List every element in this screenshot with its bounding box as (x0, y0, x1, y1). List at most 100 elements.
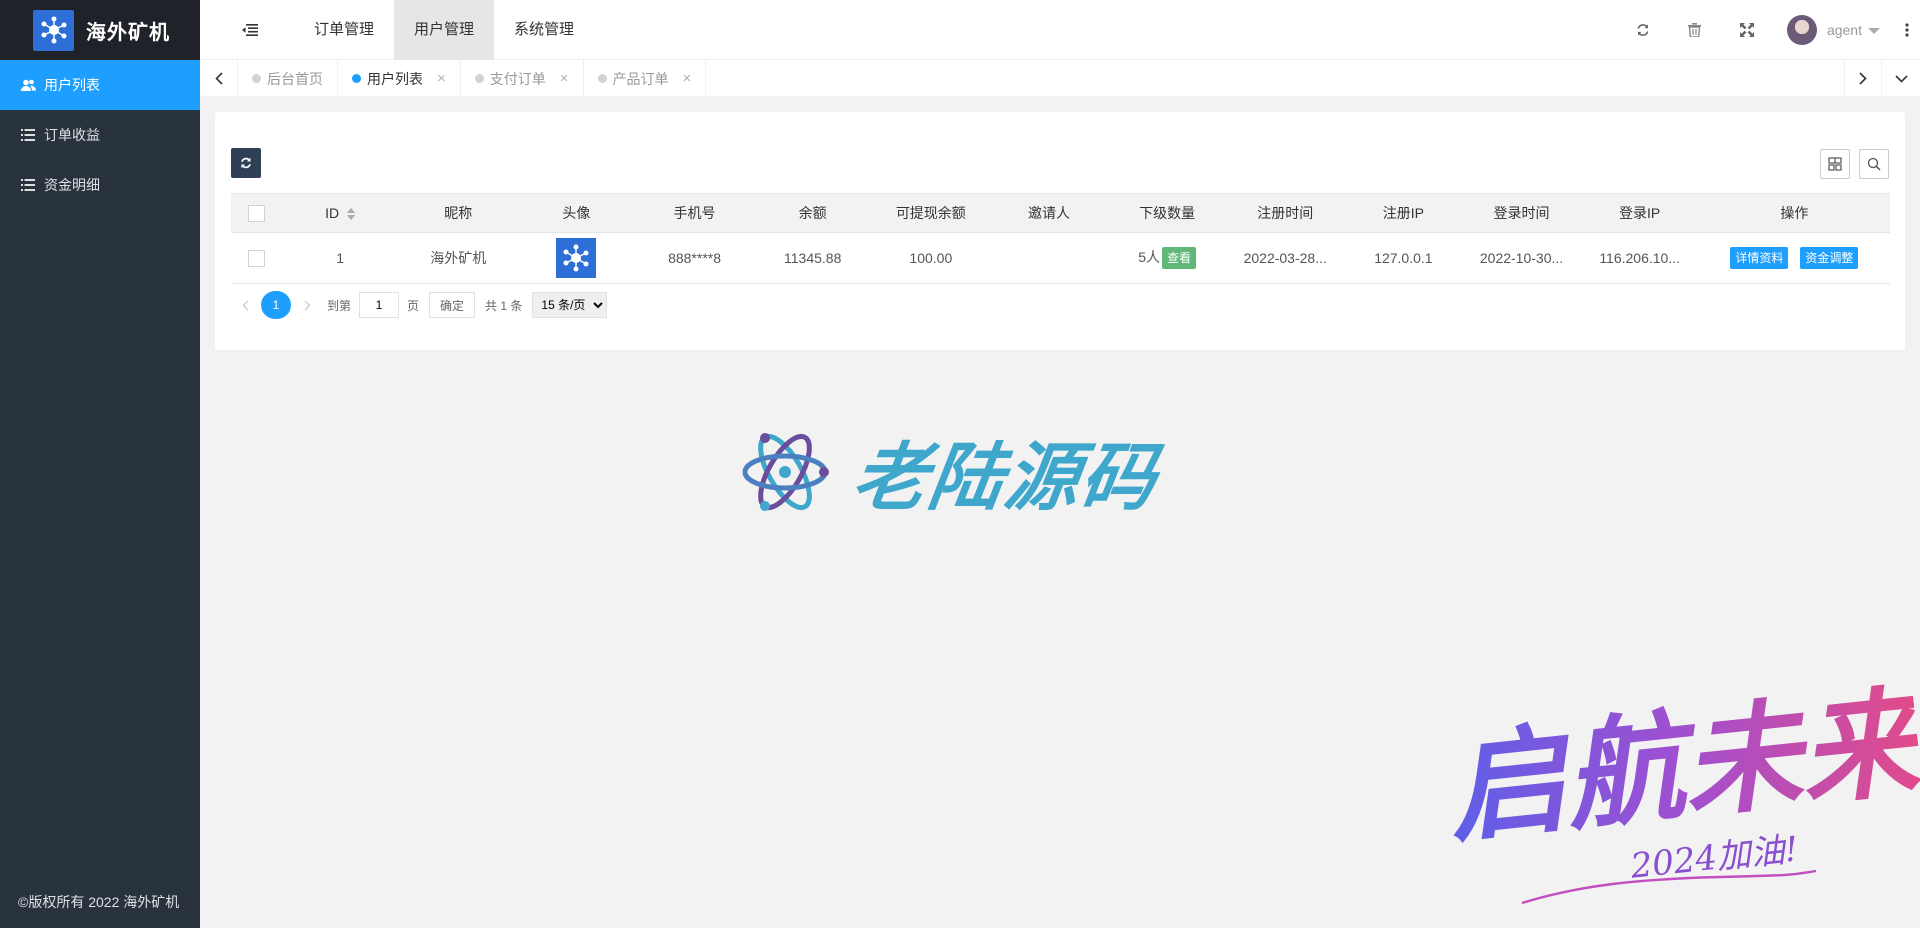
nav-user-management[interactable]: 用户管理 (394, 0, 495, 60)
search-icon (1867, 157, 1881, 171)
sidebar-item-label: 资金明细 (44, 177, 100, 193)
cell-login-time: 2022-10-30... (1462, 232, 1581, 284)
user-table-card: ID 昵称 头像 手机号 余额 可提现余额 邀请人 下级数量 注册时间 注册IP… (215, 112, 1905, 350)
tab-dot (252, 74, 261, 83)
current-page[interactable]: 1 (261, 291, 291, 319)
slogan-underline-swoosh (1521, 869, 1817, 905)
atom-logo-icon (742, 432, 829, 511)
cell-subordinates: 5人 查看 (1108, 232, 1227, 284)
goto-label: 到第 (327, 298, 352, 313)
sidebar-item-order-earnings[interactable]: 订单收益 (0, 110, 200, 160)
avatar (1786, 15, 1817, 45)
tab-label: 用户列表 (367, 70, 423, 87)
column-header-login-time: 登录时间 (1462, 193, 1581, 233)
cell-login-ip: 116.206.10... (1580, 232, 1699, 284)
tabs-menu-chevron-down-icon[interactable] (1882, 60, 1920, 97)
column-header-login-ip: 登录IP (1580, 193, 1699, 233)
cell-actions: 详情资料 资金调整 (1698, 232, 1890, 284)
pagination: 1 到第 页 确定 共 1 条 15 条/页 (231, 291, 608, 319)
table-row: 1 海外矿机 888****8 11345.88 100.00 5人 查看 20… (231, 232, 1890, 284)
users-icon (20, 79, 36, 92)
cell-id: 1 (281, 232, 400, 284)
tab-dot (474, 74, 484, 83)
columns-filter-button[interactable] (1820, 149, 1850, 179)
sidebar-item-label: 用户列表 (44, 77, 100, 93)
cell-reg-ip: 127.0.0.1 (1344, 232, 1463, 284)
tab-label: 后台首页 (267, 70, 323, 87)
nav-system-management[interactable]: 系统管理 (494, 0, 594, 60)
tab-user-list[interactable]: 用户列表 × (338, 60, 461, 97)
fullscreen-icon[interactable] (1721, 0, 1773, 60)
view-subordinates-button[interactable]: 查看 (1161, 247, 1196, 270)
search-button[interactable] (1859, 149, 1889, 179)
cell-phone: 888****8 (635, 232, 754, 284)
next-page-icon[interactable] (293, 291, 321, 319)
goto-confirm-button[interactable]: 确定 (429, 292, 476, 318)
column-header-actions: 操作 (1698, 193, 1890, 233)
chevron-down-icon (1868, 28, 1880, 34)
app-name: 海外矿机 (86, 21, 170, 44)
cell-inviter (989, 232, 1109, 284)
prev-page-icon[interactable] (231, 291, 259, 319)
fund-adjust-button[interactable]: 资金调整 (1800, 247, 1859, 269)
close-icon[interactable]: × (560, 70, 569, 87)
sort-icon[interactable] (347, 208, 356, 221)
cell-reg-time: 2022-03-28... (1226, 232, 1345, 284)
page-size-select[interactable]: 15 条/页 (532, 292, 608, 318)
tab-product-orders[interactable]: 产品订单 × (584, 60, 707, 97)
select-all-checkbox[interactable] (247, 204, 265, 222)
goto-page-input[interactable] (359, 292, 400, 318)
column-header-balance: 余额 (753, 193, 872, 233)
subordinate-count: 5人 (1138, 248, 1160, 265)
column-header-subordinates: 下级数量 (1108, 193, 1227, 233)
trash-icon[interactable] (1669, 0, 1721, 60)
close-icon[interactable]: × (683, 70, 692, 87)
brand-watermark-text: 老陆源码 (847, 436, 1163, 519)
table-header-row: ID 昵称 头像 手机号 余额 可提现余额 邀请人 下级数量 注册时间 注册IP… (231, 193, 1890, 233)
column-header-withdrawable: 可提现余额 (871, 193, 990, 233)
cell-nickname: 海外矿机 (399, 232, 518, 284)
top-nav: 订单管理 用户管理 系统管理 (294, 0, 594, 60)
refresh-icon (241, 157, 251, 169)
username: agent (1826, 22, 1862, 38)
tabs-scroll-left-icon[interactable] (200, 60, 238, 97)
table-refresh-button[interactable] (231, 148, 261, 178)
detail-button[interactable]: 详情资料 (1730, 247, 1789, 269)
tab-label: 产品订单 (612, 70, 669, 87)
row-checkbox[interactable] (247, 249, 265, 267)
user-table: ID 昵称 头像 手机号 余额 可提现余额 邀请人 下级数量 注册时间 注册IP… (231, 193, 1890, 284)
sidebar-menu: 用户列表 订单收益 资金明细 (0, 60, 200, 210)
brand-watermark: 老陆源码 (740, 418, 1163, 525)
columns-icon (1828, 157, 1842, 171)
sidebar-item-label: 订单收益 (44, 127, 100, 143)
column-header-phone: 手机号 (635, 193, 754, 233)
sidebar-item-user-list[interactable]: 用户列表 (0, 60, 200, 110)
header-actions: agent (1617, 0, 1920, 60)
column-header-inviter: 邀请人 (989, 193, 1109, 233)
refresh-icon[interactable] (1617, 0, 1669, 60)
tab-dashboard[interactable]: 后台首页 (238, 60, 338, 97)
sidebar-toggle-icon[interactable] (240, 20, 260, 40)
sidebar-item-fund-details[interactable]: 资金明细 (0, 160, 200, 210)
page-tabs: 后台首页 用户列表 × 支付订单 × 产品订单 × (200, 60, 1920, 97)
logo[interactable]: 海外矿机 (0, 0, 200, 60)
page-unit-label: 页 (407, 298, 420, 313)
nav-order-management[interactable]: 订单管理 (294, 0, 394, 60)
header: 订单管理 用户管理 系统管理 agent (200, 0, 1920, 60)
column-header-id[interactable]: ID (281, 193, 400, 233)
column-header-nickname: 昵称 (399, 193, 518, 233)
column-header-reg-time: 注册时间 (1226, 193, 1345, 233)
sidebar: 海外矿机 用户列表 订单收益 资金明细 ©版权所有 2022 海外矿机 (0, 0, 200, 928)
more-vertical-icon[interactable] (1894, 0, 1920, 60)
row-select-cell (231, 232, 282, 284)
close-icon[interactable]: × (437, 70, 446, 87)
tab-label: 支付订单 (489, 70, 546, 87)
column-header-avatar: 头像 (517, 193, 636, 233)
tab-dot (597, 74, 607, 83)
cell-withdrawable: 100.00 (871, 232, 990, 284)
tabs-scroll-right-icon[interactable] (1844, 60, 1882, 97)
user-avatar-image[interactable] (556, 238, 597, 278)
user-menu[interactable]: agent (1773, 0, 1894, 60)
total-count: 共 1 条 (485, 298, 523, 313)
tab-payment-orders[interactable]: 支付订单 × (461, 60, 584, 97)
